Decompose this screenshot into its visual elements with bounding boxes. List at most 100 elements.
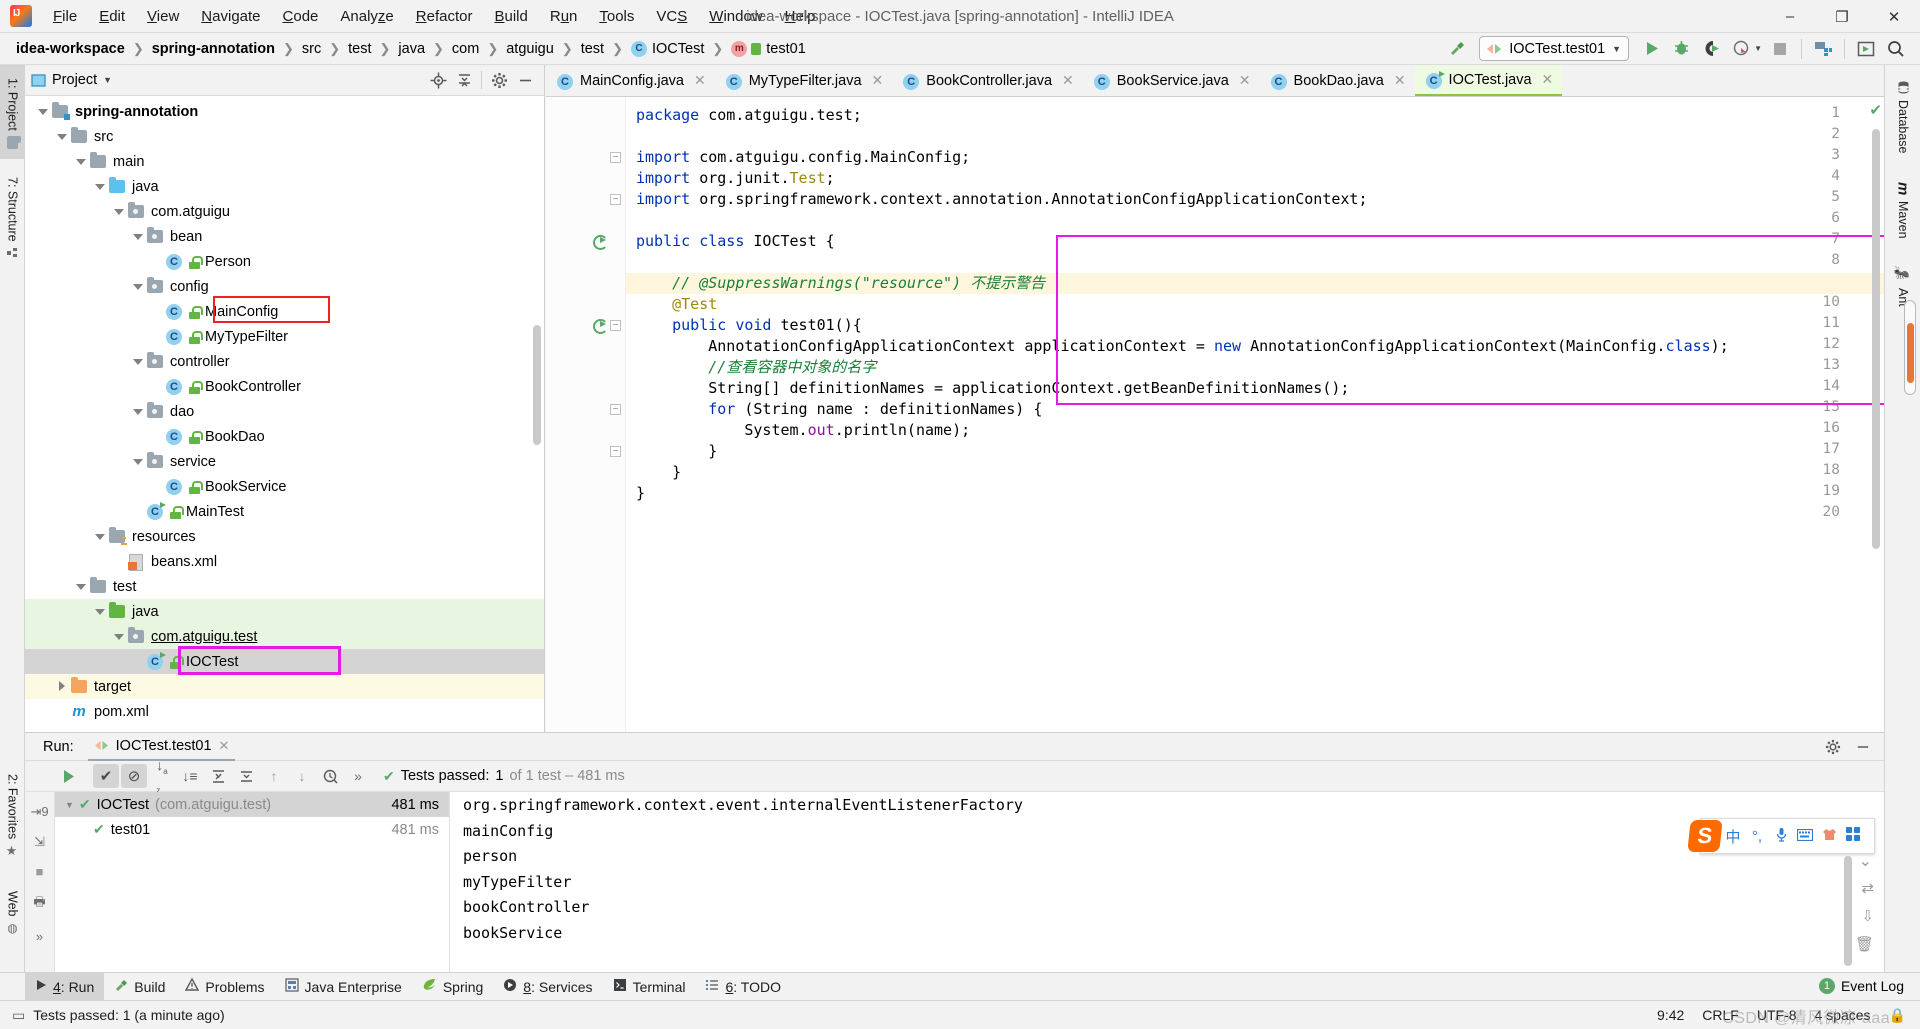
console-scrollbar-thumb[interactable] [1844, 856, 1852, 966]
tree-node-src[interactable]: src [25, 124, 544, 149]
bottom-tab-spring[interactable]: Spring [412, 973, 493, 1001]
locate-icon[interactable] [425, 68, 451, 92]
maximize-button[interactable]: ❐ [1816, 0, 1868, 33]
close-icon[interactable]: ✕ [1062, 72, 1074, 89]
tree-node-java[interactable]: java [25, 599, 544, 624]
menu-build[interactable]: Build [483, 5, 538, 28]
sogou-logo-icon[interactable]: S [1687, 820, 1723, 852]
scroll-down-arrow-icon[interactable]: ⌄ [1859, 851, 1872, 871]
bottom-tab-problems[interactable]: Problems [175, 973, 274, 1001]
sidebar-item-web[interactable]: Web ◍ [0, 882, 25, 944]
close-icon[interactable]: ✕ [219, 738, 230, 754]
sidebar-item-structure[interactable]: 7: Structure [0, 163, 25, 273]
tree-toggle-right-icon[interactable] [56, 680, 69, 693]
breadcrumb-item-IOCTest[interactable]: C IOCTest [627, 39, 708, 59]
more-icon[interactable]: » [345, 764, 371, 788]
bottom-tab-build[interactable]: Build [104, 973, 175, 1001]
history-icon[interactable] [317, 764, 343, 788]
test-row-ioctest[interactable]: ▼ ✔ IOCTest (com.atguigu.test) 481 ms [55, 792, 449, 817]
tree-toggle-down-icon[interactable] [37, 105, 50, 118]
menu-window[interactable]: Window [698, 5, 773, 28]
profiler-icon[interactable] [1727, 36, 1755, 62]
bottom-tab-6--todo[interactable]: 6: TODO [695, 973, 791, 1001]
tree-node-pom-xml[interactable]: m pom.xml [25, 699, 544, 724]
menu-code[interactable]: Code [272, 5, 330, 28]
hide-panel-icon[interactable] [512, 68, 538, 92]
tree-toggle-down-icon[interactable] [113, 630, 126, 643]
tree-toggle-down-icon[interactable] [132, 355, 145, 368]
ime-punctuation-icon[interactable]: °, [1745, 828, 1769, 845]
menu-help[interactable]: Help [774, 5, 827, 28]
test-results-tree[interactable]: ▼ ✔ IOCTest (com.atguigu.test) 481 ms ✔ test01… [55, 792, 450, 989]
tree-node-bookdao[interactable]: C BookDao [25, 424, 544, 449]
breadcrumb-item-java[interactable]: java [394, 39, 429, 59]
run-configuration-selector[interactable]: IOCTest.test01 ▼ [1479, 36, 1630, 61]
file-encoding[interactable]: UTF-8 [1757, 1007, 1797, 1023]
tree-node-beans-xml[interactable]: beans.xml [25, 549, 544, 574]
select-run-target-icon[interactable] [1852, 36, 1880, 62]
breadcrumb-item-spring-annotation[interactable]: spring-annotation [148, 39, 279, 59]
breadcrumb-item-test01[interactable]: m test01 [727, 39, 810, 59]
menu-refactor[interactable]: Refactor [405, 5, 484, 28]
menu-run[interactable]: Run [539, 5, 589, 28]
caret-position[interactable]: 9:42 [1657, 1007, 1684, 1023]
tree-toggle-down-icon[interactable] [132, 230, 145, 243]
event-log-button[interactable]: 1 Event Log [1818, 972, 1920, 1000]
run-with-coverage-icon[interactable] [1697, 36, 1725, 62]
close-icon[interactable]: ✕ [1542, 71, 1554, 88]
tree-toggle-down-icon[interactable] [113, 205, 126, 218]
print-icon[interactable]: 🖶 [25, 893, 54, 915]
clear-all-icon[interactable]: 🗑 [1855, 935, 1874, 953]
profiler-dropdown-icon[interactable]: ▼ [1754, 44, 1762, 53]
build-hammer-icon[interactable] [1443, 36, 1471, 62]
tree-node-spring-annotation[interactable]: spring-annotation [25, 99, 544, 124]
next-occurrence-icon[interactable]: ↓ [289, 764, 315, 788]
prev-occurrence-icon[interactable]: ↑ [261, 764, 287, 788]
scroll-to-end-icon[interactable]: ⇩ [1861, 907, 1874, 925]
keyboard-icon[interactable] [1793, 828, 1817, 845]
apps-icon[interactable] [1841, 827, 1865, 845]
tree-node-controller[interactable]: controller [25, 349, 544, 374]
sidebar-item-favorites[interactable]: 2: Favorites ★ [0, 764, 25, 869]
editor-tab-bookservice-java[interactable]: C BookService.java ✕ [1083, 65, 1260, 96]
tree-toggle-down-icon[interactable] [132, 455, 145, 468]
menu-view[interactable]: View [136, 5, 190, 28]
breadcrumb-item-src[interactable]: src [298, 39, 325, 59]
code-fold-icon[interactable]: − [610, 404, 621, 415]
tree-node-resources[interactable]: resources [25, 524, 544, 549]
tree-node-test[interactable]: test [25, 574, 544, 599]
tree-node-main[interactable]: main [25, 149, 544, 174]
tree-toggle-down-icon[interactable] [56, 130, 69, 143]
sogou-ime-toolbar[interactable]: S 中 °, [1687, 818, 1875, 854]
editor-tab-bookdao-java[interactable]: C BookDao.java ✕ [1260, 65, 1415, 96]
sidebar-item-database[interactable]: Database [1885, 73, 1920, 162]
tree-node-bookcontroller[interactable]: C BookController [25, 374, 544, 399]
tree-toggle-down-icon[interactable] [94, 180, 107, 193]
close-icon[interactable]: ✕ [694, 72, 706, 89]
menu-edit[interactable]: Edit [88, 5, 136, 28]
search-everywhere-icon[interactable] [1882, 36, 1910, 62]
close-icon[interactable]: ✕ [1394, 72, 1406, 89]
tree-toggle-down-icon[interactable]: ▼ [65, 800, 74, 810]
tree-toggle-down-icon[interactable] [75, 155, 88, 168]
close-icon[interactable]: ✕ [872, 72, 884, 89]
breadcrumb-item-test[interactable]: test [344, 39, 375, 59]
project-structure-icon[interactable] [1809, 36, 1837, 62]
settings-gear-icon[interactable] [1820, 735, 1846, 759]
source-code[interactable]: package com.atguigu.test; import com.atgu… [626, 97, 1884, 732]
tree-node-java[interactable]: java [25, 174, 544, 199]
bottom-tab-4--run[interactable]: 4: Run [25, 972, 105, 1001]
tree-toggle-down-icon[interactable] [94, 530, 107, 543]
sort-alpha-icon[interactable]: ↓a z [149, 757, 175, 795]
editor-tab-ioctest-java[interactable]: C IOCTest.java ✕ [1414, 65, 1563, 96]
soft-wrap-icon[interactable]: ⇄ [1861, 879, 1874, 897]
breadcrumb-item-test[interactable]: test [577, 39, 608, 59]
tree-node-com-atguigu[interactable]: com.atguigu [25, 199, 544, 224]
sort-duration-icon[interactable]: ↓≡ [177, 764, 203, 788]
breadcrumb-item-com[interactable]: com [448, 39, 483, 59]
tree-node-mytypefilter[interactable]: C MyTypeFilter [25, 324, 544, 349]
editor-tab-bookcontroller-java[interactable]: C BookController.java ✕ [892, 65, 1082, 96]
close-button[interactable]: ✕ [1868, 0, 1920, 33]
breadcrumb-item-idea-workspace[interactable]: idea-workspace [12, 39, 129, 59]
read-write-lock-icon[interactable]: 🔒 [1889, 1007, 1906, 1024]
